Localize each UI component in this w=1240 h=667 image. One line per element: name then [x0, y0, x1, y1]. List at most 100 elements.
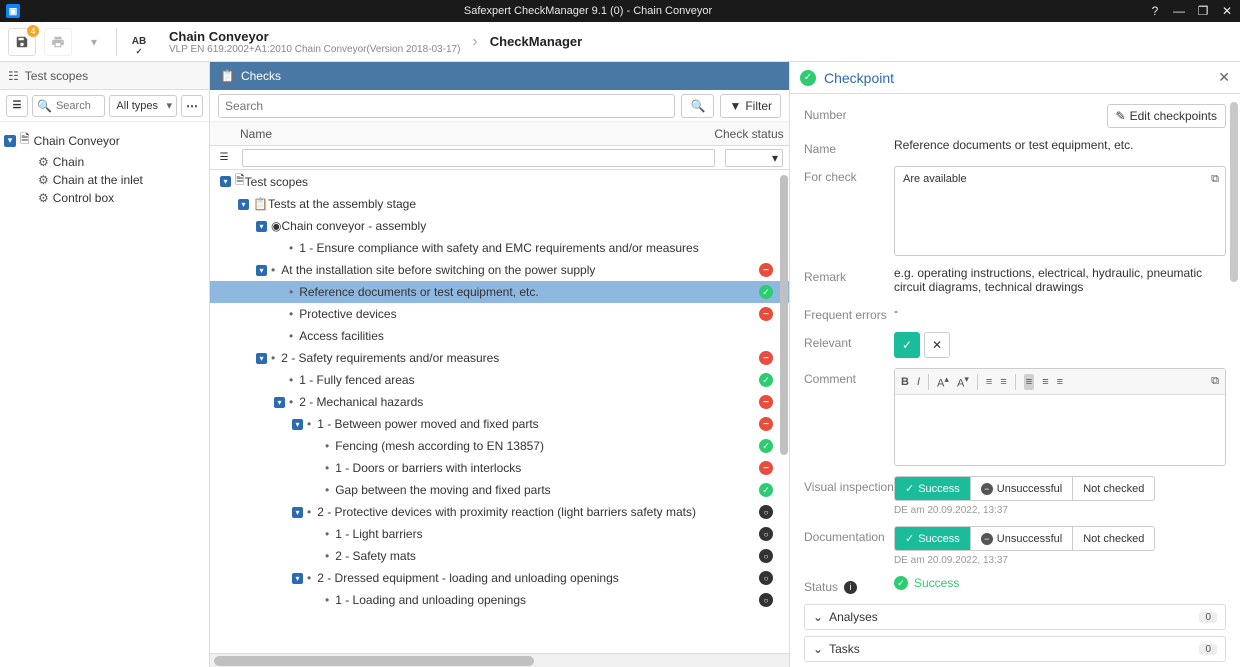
collapse-icon[interactable]: ▾	[292, 573, 303, 584]
save-badge: 4	[27, 25, 39, 37]
collapse-icon[interactable]: ▾	[274, 397, 285, 408]
outline-icon[interactable]: ☰	[220, 152, 229, 163]
forcheck-textbox[interactable]: Are available ⧉	[894, 166, 1226, 256]
check-row[interactable]: •1 - Loading and unloading openings	[210, 589, 789, 611]
check-row[interactable]: ▾📋 Tests at the assembly stage	[210, 193, 789, 215]
collapse-icon[interactable]: ▾	[220, 176, 231, 187]
search-button[interactable]: 🔍	[681, 94, 714, 118]
collapse-icon[interactable]: ▾	[292, 507, 303, 518]
numberlist-button[interactable]: ≡	[1000, 376, 1006, 388]
check-row[interactable]: •1 - Doors or barriers with interlocks	[210, 457, 789, 479]
checks-search-input[interactable]	[218, 94, 675, 118]
italic-button[interactable]: I	[917, 376, 920, 388]
scope-icon: 🗎	[235, 171, 245, 192]
bullet-icon: •	[307, 505, 311, 519]
tree-view-button[interactable]: ☰	[6, 95, 28, 117]
edit-checkpoints-button[interactable]: Edit checkpoints	[1107, 104, 1226, 128]
check-row[interactable]: ▾•2 - Safety requirements and/or measure…	[210, 347, 789, 369]
font-grow-button[interactable]: A▴	[937, 374, 949, 390]
tasks-count: 0	[1199, 644, 1217, 655]
bold-button[interactable]: B	[901, 376, 909, 388]
check-tree[interactable]: ▾🗎 Test scopes▾📋 Tests at the assembly s…	[210, 170, 789, 653]
panel-scrollbar[interactable]	[1230, 102, 1238, 282]
close-panel-button[interactable]: ✕	[1218, 69, 1230, 86]
tree-child-inlet[interactable]: ⚙Chain at the inlet	[4, 171, 205, 189]
expand-editor-button[interactable]: ⧉	[1211, 375, 1219, 388]
relevant-yes-button[interactable]: ✓	[894, 332, 920, 358]
check-row[interactable]: ▾•2 - Dressed equipment - loading and un…	[210, 567, 789, 589]
check-row[interactable]: •1 - Light barriers	[210, 523, 789, 545]
check-row[interactable]: ▾◉ Chain conveyor - assembly	[210, 215, 789, 237]
doc-unsuccessful[interactable]: Unsuccessful	[971, 527, 1073, 550]
collapse-icon[interactable]: ▾	[238, 199, 249, 210]
filter-button[interactable]: ▼Filter	[720, 94, 781, 118]
breadcrumb-project[interactable]: Chain Conveyor VLP EN 619:2002+A1:2010 C…	[169, 29, 460, 55]
breadcrumb-module[interactable]: CheckManager	[490, 34, 582, 49]
tree-child-chain[interactable]: ⚙Chain	[4, 153, 205, 171]
bullet-icon: •	[289, 395, 293, 409]
documentation-toggle[interactable]: Success Unsuccessful Not checked	[894, 526, 1155, 551]
maximize-button[interactable]: ❐	[1196, 4, 1210, 18]
check-row[interactable]: •Fencing (mesh according to EN 13857)	[210, 435, 789, 457]
bullet-icon: •	[325, 549, 329, 563]
comment-editor[interactable]: B I A▴ A▾ ≡ ≡ ≡ ≡ ≡ ⧉	[894, 368, 1226, 466]
relevant-no-button[interactable]: ✕	[924, 332, 950, 358]
visual-inspection-toggle[interactable]: Success Unsuccessful Not checked	[894, 476, 1155, 501]
vertical-scrollbar[interactable]	[779, 170, 789, 653]
check-row[interactable]: •1 - Ensure compliance with safety and E…	[210, 237, 789, 259]
align-left-button[interactable]: ≡	[1024, 374, 1034, 390]
visual-unsuccessful[interactable]: Unsuccessful	[971, 477, 1073, 500]
minimize-button[interactable]: —	[1172, 4, 1186, 18]
check-label: 2 - Safety mats	[335, 549, 751, 563]
name-filter-input[interactable]	[242, 149, 715, 167]
close-button[interactable]: ✕	[1220, 4, 1234, 18]
collapse-icon[interactable]: ▾	[4, 135, 16, 147]
analyses-accordion[interactable]: ⌄ Analyses 0	[804, 604, 1226, 630]
save-button[interactable]: 4	[8, 28, 36, 56]
visual-notchecked[interactable]: Not checked	[1073, 477, 1154, 500]
check-row[interactable]: ▾•1 - Between power moved and fixed part…	[210, 413, 789, 435]
check-row[interactable]: •Reference documents or test equipment, …	[210, 281, 789, 303]
check-row[interactable]: ▾🗎 Test scopes	[210, 170, 789, 193]
bulletlist-button[interactable]: ≡	[986, 376, 992, 388]
help-button[interactable]: ?	[1148, 4, 1162, 18]
dropdown-button[interactable]: ▾	[80, 28, 108, 56]
info-icon[interactable]: i	[844, 581, 857, 594]
sidebar-search[interactable]: 🔍	[32, 95, 105, 117]
check-row[interactable]: • 2 - Safety mats	[210, 545, 789, 567]
check-row[interactable]: •Protective devices	[210, 303, 789, 325]
print-button[interactable]	[44, 28, 72, 56]
font-shrink-button[interactable]: A▾	[957, 374, 969, 390]
sidebar-search-input[interactable]	[56, 100, 100, 112]
collapse-icon[interactable]: ▾	[292, 419, 303, 430]
check-status	[751, 417, 781, 431]
col-status[interactable]: Check status	[709, 127, 789, 141]
collapse-icon[interactable]: ▾	[256, 353, 267, 364]
more-options-button[interactable]: ⋯	[181, 95, 203, 117]
align-right-button[interactable]: ≡	[1057, 376, 1063, 388]
check-row[interactable]: ▾•2 - Protective devices with proximity …	[210, 501, 789, 523]
status-filter-select[interactable]: ▾	[725, 149, 783, 167]
collapse-icon[interactable]: ▾	[256, 221, 267, 232]
horizontal-scrollbar[interactable]	[210, 653, 789, 667]
check-row[interactable]: •1 - Fully fenced areas	[210, 369, 789, 391]
check-label: 1 - Doors or barriers with interlocks	[335, 461, 751, 475]
tasks-accordion[interactable]: ⌄ Tasks 0	[804, 636, 1226, 662]
tree-root[interactable]: ▾ 🗎 Chain Conveyor	[4, 128, 205, 153]
check-row[interactable]: ▾•2 - Mechanical hazards	[210, 391, 789, 413]
collapse-icon[interactable]: ▾	[256, 265, 267, 276]
col-name[interactable]: Name	[210, 127, 709, 141]
check-row[interactable]: •Access facilities	[210, 325, 789, 347]
check-row[interactable]: •Gap between the moving and fixed parts	[210, 479, 789, 501]
doc-success[interactable]: Success	[895, 527, 971, 550]
editor-body[interactable]	[895, 395, 1225, 465]
tree-child-control[interactable]: ⚙Control box	[4, 189, 205, 207]
align-center-button[interactable]: ≡	[1042, 376, 1048, 388]
check-row[interactable]: ▾•At the installation site before switch…	[210, 259, 789, 281]
spellcheck-button[interactable]: AB✓	[125, 28, 153, 56]
expand-icon[interactable]: ⧉	[1211, 173, 1219, 186]
doc-notchecked[interactable]: Not checked	[1073, 527, 1154, 550]
check-label: Fencing (mesh according to EN 13857)	[335, 439, 751, 453]
visual-success[interactable]: Success	[895, 477, 971, 500]
type-filter-select[interactable]: All types	[109, 95, 177, 117]
